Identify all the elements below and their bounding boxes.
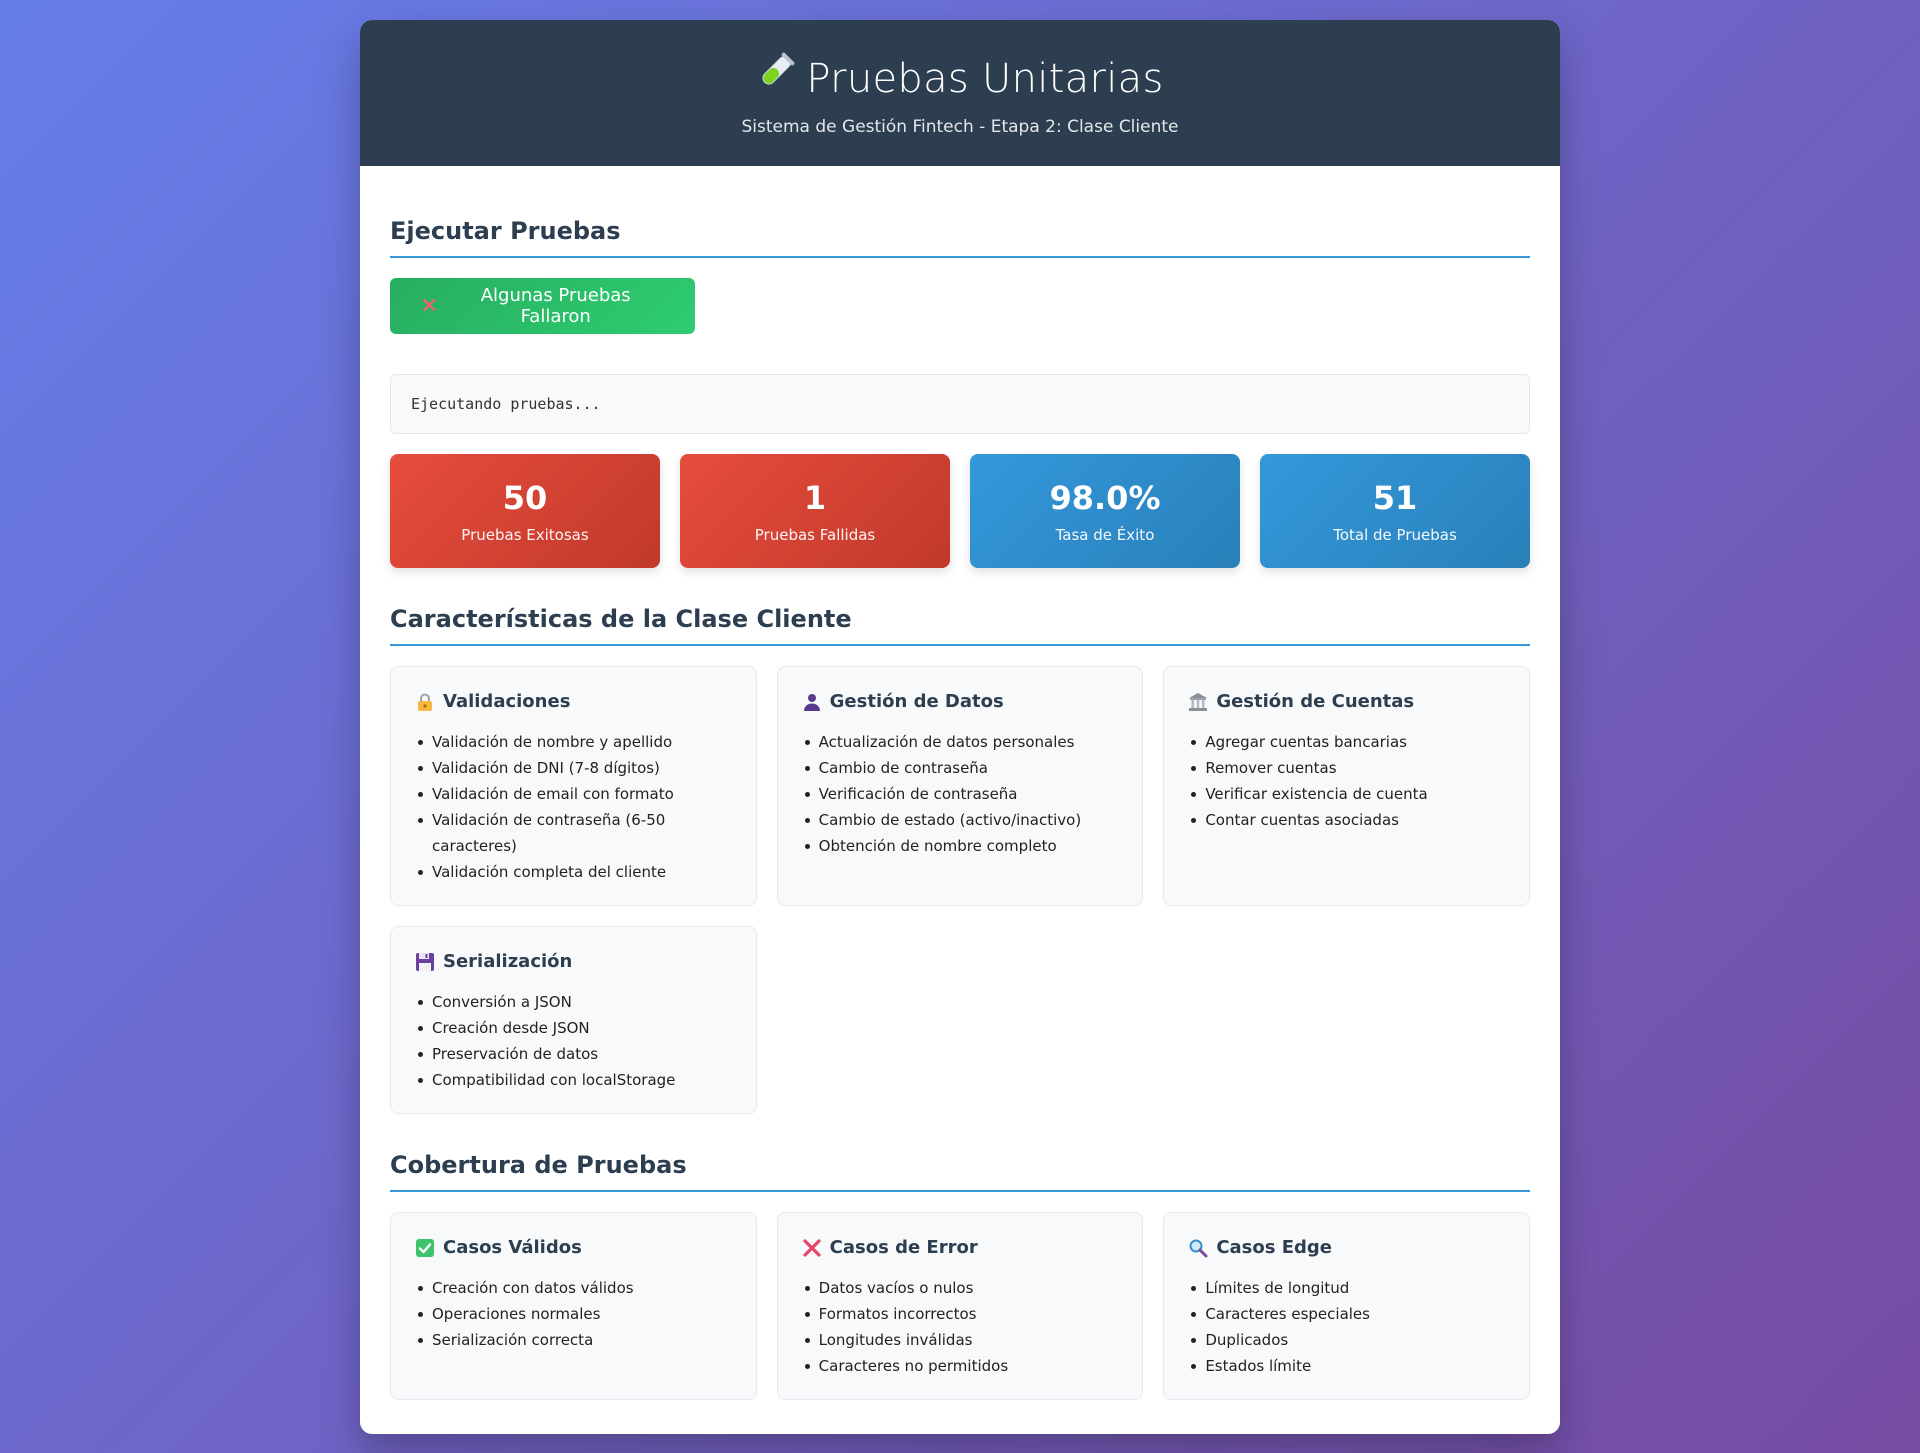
list-item: Creación con datos válidos	[418, 1275, 732, 1301]
card-title: Casos de Error	[829, 1237, 978, 1258]
features-grid: Validaciones Validación de nombre y apel…	[390, 666, 1530, 1114]
main-container: Pruebas Unitarias Sistema de Gestión Fin…	[360, 20, 1560, 1434]
list-item: Validación de contraseña (6-50 caractere…	[418, 807, 732, 859]
list-item: Duplicados	[1191, 1327, 1505, 1353]
list-item: Compatibilidad con localStorage	[418, 1067, 732, 1093]
test-tube-icon	[756, 51, 796, 103]
coverage-grid: Casos Válidos Creación con datos válidos…	[390, 1212, 1530, 1400]
coverage-card-error: Casos de Error Datos vacíos o nulos Form…	[776, 1212, 1144, 1400]
card-title: Casos Válidos	[443, 1237, 582, 1258]
list-item: Validación de email con formato	[418, 781, 732, 807]
user-icon	[802, 692, 822, 712]
stat-label: Pruebas Fallidas	[754, 526, 876, 544]
list-item: Cambio de contraseña	[804, 755, 1119, 781]
list-item: Cambio de estado (activo/inactivo)	[804, 807, 1119, 833]
list-item: Obtención de nombre completo	[804, 833, 1119, 859]
stat-value: 50	[502, 479, 548, 517]
card-title: Validaciones	[443, 691, 571, 712]
list-item: Actualización de datos personales	[804, 729, 1119, 755]
stat-label: Tasa de Éxito	[1055, 526, 1155, 544]
list-item: Longitudes inválidas	[804, 1327, 1119, 1353]
stats-row: 50 Pruebas Exitosas 1 Pruebas Fallidas 9…	[390, 454, 1530, 568]
list-item: Agregar cuentas bancarias	[1191, 729, 1505, 755]
list-item: Datos vacíos o nulos	[804, 1275, 1119, 1301]
list-item: Conversión a JSON	[418, 989, 732, 1015]
page-title: Pruebas Unitarias	[806, 56, 1164, 102]
card-title-row: Gestión de Datos	[802, 689, 1119, 715]
features-section-title: Características de la Clase Cliente	[390, 604, 1530, 646]
list-item: Caracteres especiales	[1191, 1301, 1505, 1327]
stat-passed: 50 Pruebas Exitosas	[390, 454, 660, 568]
card-title-row: Serialización	[415, 949, 732, 975]
card-list: Conversión a JSON Creación desde JSON Pr…	[415, 989, 732, 1093]
card-title: Gestión de Cuentas	[1216, 691, 1415, 712]
list-item: Validación completa del cliente	[418, 859, 732, 885]
card-title-row: Casos de Error	[802, 1235, 1119, 1261]
list-item: Preservación de datos	[418, 1041, 732, 1067]
stat-value: 1	[803, 479, 827, 517]
card-title: Serialización	[443, 951, 573, 972]
list-item: Validación de DNI (7-8 dígitos)	[418, 755, 732, 781]
card-title: Gestión de Datos	[829, 691, 1004, 712]
cross-mark-icon: ✕	[420, 293, 439, 319]
stat-success-rate: 98.0% Tasa de Éxito	[970, 454, 1240, 568]
test-output-text: Ejecutando pruebas...	[411, 395, 601, 413]
card-list: Datos vacíos o nulos Formatos incorrecto…	[802, 1275, 1119, 1379]
list-item: Verificación de contraseña	[804, 781, 1119, 807]
list-item: Contar cuentas asociadas	[1191, 807, 1505, 833]
run-tests-button-label: Algunas Pruebas Fallaron	[480, 285, 631, 327]
card-list: Validación de nombre y apellido Validaci…	[415, 729, 732, 885]
page-subtitle: Sistema de Gestión Fintech - Etapa 2: Cl…	[741, 117, 1179, 137]
stat-total: 51 Total de Pruebas	[1260, 454, 1530, 568]
stat-value: 51	[1372, 479, 1418, 517]
card-list: Agregar cuentas bancarias Remover cuenta…	[1188, 729, 1505, 833]
coverage-section-title: Cobertura de Pruebas	[390, 1150, 1530, 1192]
stat-label: Total de Pruebas	[1333, 526, 1457, 544]
card-title-row: Validaciones	[415, 689, 732, 715]
list-item: Formatos incorrectos	[804, 1301, 1119, 1327]
stat-value: 98.0%	[1049, 479, 1161, 517]
list-item: Caracteres no permitidos	[804, 1353, 1119, 1379]
run-tests-button[interactable]: ✕ Algunas Pruebas Fallaron	[390, 278, 695, 334]
card-title-row: Casos Edge	[1188, 1235, 1505, 1261]
feature-card-serializacion: Serialización Conversión a JSON Creación…	[390, 926, 757, 1114]
list-item: Verificar existencia de cuenta	[1191, 781, 1505, 807]
stat-failed: 1 Pruebas Fallidas	[680, 454, 950, 568]
feature-card-gestion-datos: Gestión de Datos Actualización de datos …	[776, 666, 1144, 906]
card-title-row: Casos Válidos	[415, 1235, 732, 1261]
list-item: Remover cuentas	[1191, 755, 1505, 781]
feature-card-validaciones: Validaciones Validación de nombre y apel…	[390, 666, 757, 906]
list-item: Creación desde JSON	[418, 1015, 732, 1041]
page-title-row: Pruebas Unitarias	[360, 51, 1560, 107]
lock-icon	[415, 692, 435, 712]
magnifier-icon	[1188, 1238, 1208, 1258]
page-header: Pruebas Unitarias Sistema de Gestión Fin…	[360, 20, 1560, 166]
feature-card-gestion-cuentas: Gestión de Cuentas Agregar cuentas banca…	[1163, 666, 1530, 906]
coverage-card-edge: Casos Edge Límites de longitud Caractere…	[1163, 1212, 1530, 1400]
bank-icon	[1188, 692, 1208, 712]
card-title: Casos Edge	[1216, 1237, 1333, 1258]
list-item: Validación de nombre y apellido	[418, 729, 732, 755]
list-item: Estados límite	[1191, 1353, 1505, 1379]
run-section-title: Ejecutar Pruebas	[390, 216, 1530, 258]
cross-mark-icon	[802, 1238, 822, 1258]
list-item: Serialización correcta	[418, 1327, 732, 1353]
card-list: Creación con datos válidos Operaciones n…	[415, 1275, 732, 1353]
card-list: Límites de longitud Caracteres especiale…	[1188, 1275, 1505, 1379]
content: Ejecutar Pruebas ✕ Algunas Pruebas Falla…	[360, 166, 1560, 1400]
stat-label: Pruebas Exitosas	[461, 526, 589, 544]
card-title-row: Gestión de Cuentas	[1188, 689, 1505, 715]
coverage-card-validos: Casos Válidos Creación con datos válidos…	[390, 1212, 757, 1400]
floppy-disk-icon	[415, 952, 435, 972]
list-item: Operaciones normales	[418, 1301, 732, 1327]
card-list: Actualización de datos personales Cambio…	[802, 729, 1119, 859]
check-mark-icon	[415, 1238, 435, 1258]
list-item: Límites de longitud	[1191, 1275, 1505, 1301]
test-output: Ejecutando pruebas...	[390, 374, 1530, 434]
